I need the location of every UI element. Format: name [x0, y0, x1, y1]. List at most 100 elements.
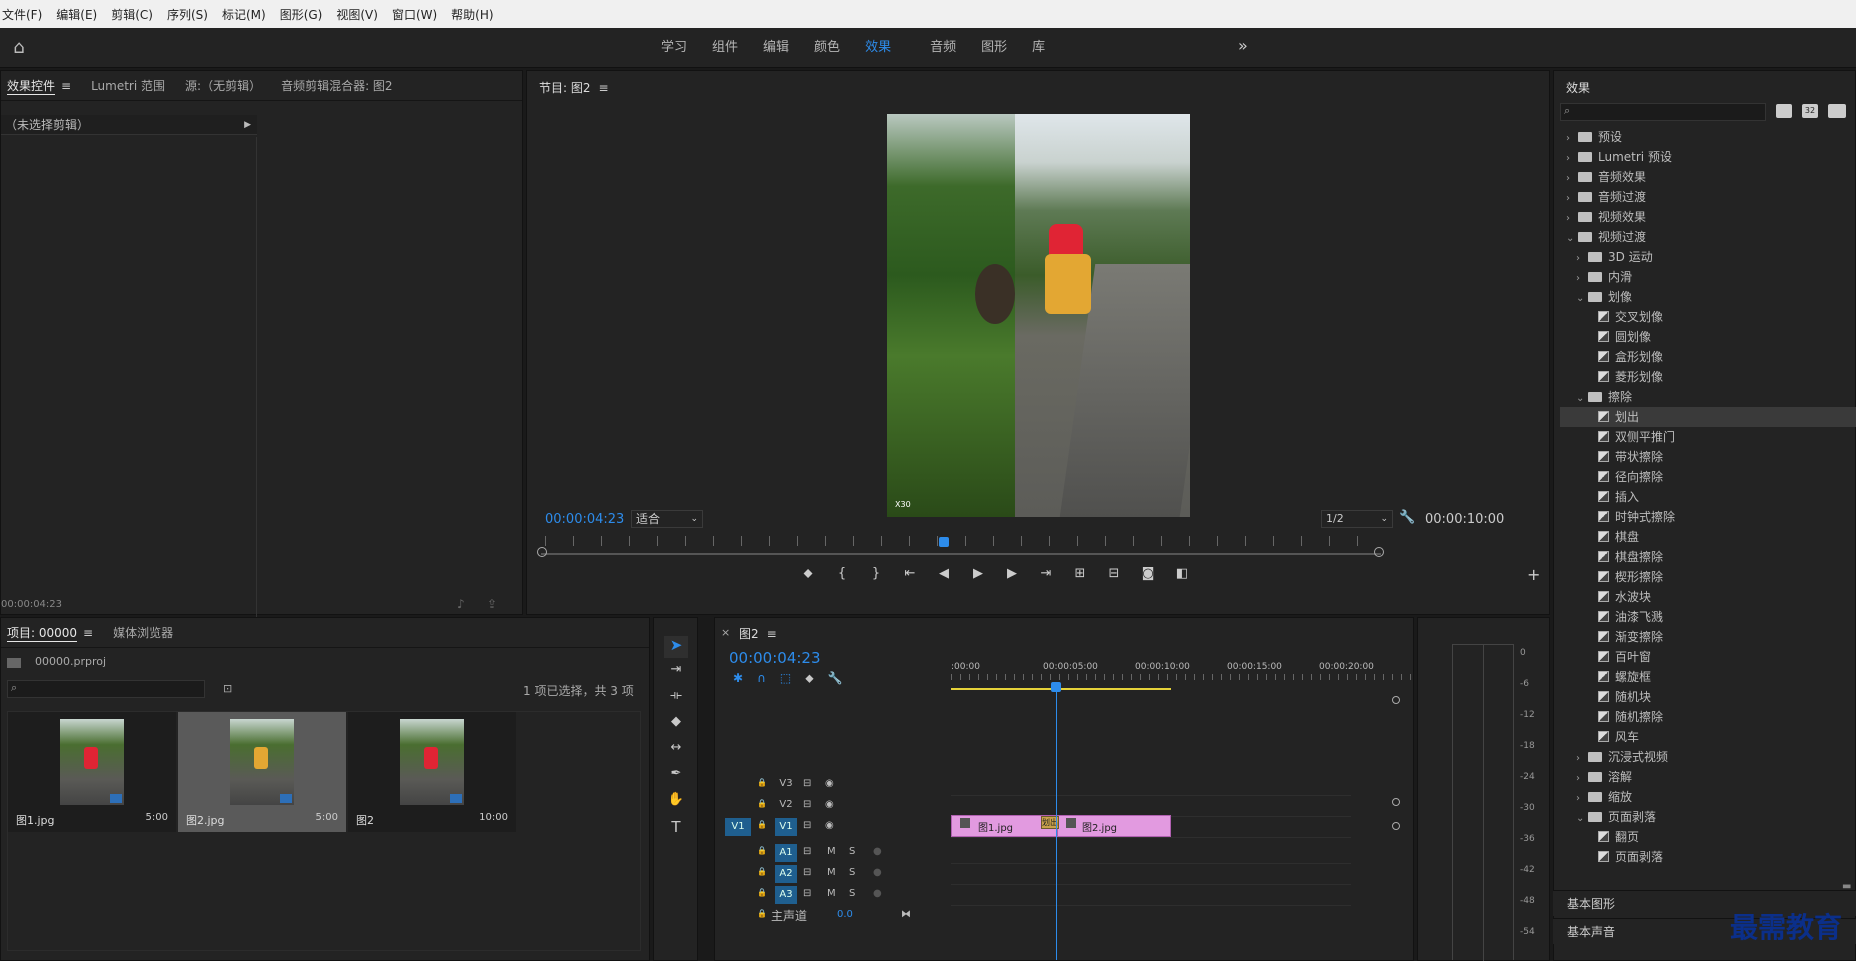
- lock-icon[interactable]: 🔒: [757, 888, 767, 897]
- scroll-handle[interactable]: [1392, 822, 1400, 830]
- workspace-tab[interactable]: 库: [1019, 28, 1057, 68]
- effect-item[interactable]: 划出: [1560, 407, 1856, 427]
- type-tool-icon[interactable]: T: [664, 818, 688, 836]
- effect-folder[interactable]: › 音频过渡: [1560, 187, 1856, 207]
- work-area-bar[interactable]: [951, 688, 1171, 690]
- lock-icon[interactable]: 🔒: [757, 799, 767, 808]
- effect-item[interactable]: 插入: [1560, 487, 1856, 507]
- toggle-sync-icon[interactable]: ⊟: [803, 846, 811, 857]
- fit-dropdown[interactable]: 适合 ⌄: [631, 510, 703, 528]
- effect-item[interactable]: 菱形划像: [1560, 367, 1856, 387]
- effect-item[interactable]: 水波块: [1560, 587, 1856, 607]
- mic-icon[interactable]: ●: [873, 888, 882, 899]
- extract-icon[interactable]: ⊟: [1103, 566, 1125, 584]
- add-button-icon[interactable]: +: [1527, 565, 1540, 584]
- chevron-right-icon[interactable]: ›: [1566, 189, 1578, 209]
- lock-icon[interactable]: 🔒: [757, 909, 767, 918]
- mute-button[interactable]: M: [827, 888, 836, 899]
- mic-icon[interactable]: ●: [873, 867, 882, 878]
- scrubber-start-handle[interactable]: [537, 547, 547, 557]
- selection-tool-icon[interactable]: ➤: [664, 636, 688, 658]
- effect-folder[interactable]: › 音频效果: [1560, 167, 1856, 187]
- program-video-frame[interactable]: X30: [887, 114, 1190, 517]
- export-icon[interactable]: ⇪: [487, 597, 497, 611]
- lock-icon[interactable]: 🔒: [757, 820, 767, 829]
- effect-folder[interactable]: › 视频效果: [1560, 207, 1856, 227]
- timeline-playhead-line[interactable]: [1056, 688, 1057, 960]
- ripple-edit-tool-icon[interactable]: ⟛: [664, 688, 688, 703]
- effect-item[interactable]: 双侧平推门: [1560, 427, 1856, 447]
- effect-item[interactable]: 螺旋框: [1560, 667, 1856, 687]
- effect-folder[interactable]: ⌄ 划像: [1560, 287, 1856, 307]
- accelerated-effects-icon[interactable]: [1776, 104, 1792, 118]
- compare-icon[interactable]: ◧: [1171, 566, 1193, 584]
- chevron-right-icon[interactable]: ›: [1566, 129, 1578, 149]
- effect-folder[interactable]: ⌄ 视频过渡: [1560, 227, 1856, 247]
- hand-tool-icon[interactable]: ✋: [664, 792, 688, 807]
- chevron-down-icon[interactable]: ⌄: [1576, 289, 1588, 309]
- toggle-sync-icon[interactable]: ⊟: [803, 778, 811, 789]
- chevron-right-icon[interactable]: ›: [1566, 149, 1578, 169]
- source-patch-v1[interactable]: V1: [725, 818, 751, 836]
- toggle-sync-icon[interactable]: ⊟: [803, 799, 811, 810]
- effect-folder[interactable]: › 内滑: [1560, 267, 1856, 287]
- close-icon[interactable]: ×: [721, 626, 730, 639]
- expand-right-icon[interactable]: ▶: [244, 115, 251, 135]
- menu-item[interactable]: 文件(F): [2, 6, 42, 23]
- master-volume[interactable]: 0.0: [837, 909, 853, 920]
- project-item[interactable]: 图1.jpg 5:00: [8, 712, 176, 832]
- workspace-tab[interactable]: 图形: [968, 28, 1019, 68]
- timeline-ruler[interactable]: :00:00 00:00:05:00 00:00:10:00 00:00:15:00 0…: [951, 662, 1411, 682]
- scrubber-end-handle[interactable]: [1374, 547, 1384, 557]
- add-marker-icon[interactable]: ⬥: [797, 566, 819, 584]
- add-marker-icon[interactable]: ⬥: [805, 671, 813, 686]
- effect-item[interactable]: 百叶窗: [1560, 647, 1856, 667]
- go-to-in-icon[interactable]: ⇤: [899, 566, 921, 584]
- program-playhead[interactable]: [939, 537, 949, 547]
- program-timecode[interactable]: 00:00:04:23: [545, 512, 624, 527]
- project-item[interactable]: 图2.jpg 5:00: [178, 712, 346, 832]
- mute-button[interactable]: M: [827, 846, 836, 857]
- toggle-sync-icon[interactable]: ⊟: [803, 888, 811, 899]
- project-item[interactable]: 图2 10:00: [348, 712, 516, 832]
- effect-item[interactable]: 带状擦除: [1560, 447, 1856, 467]
- thumbnail[interactable]: [400, 719, 464, 805]
- effect-item[interactable]: 随机块: [1560, 687, 1856, 707]
- track-target[interactable]: A2: [775, 865, 797, 883]
- effect-folder[interactable]: › 沉浸式视频: [1560, 747, 1856, 767]
- workspace-tab[interactable]: 音频: [917, 28, 968, 68]
- menu-item[interactable]: 视图(V): [336, 6, 378, 23]
- menu-icon[interactable]: ≡: [61, 79, 71, 93]
- mark-out-icon[interactable]: }: [865, 566, 887, 584]
- effect-item[interactable]: 交叉划像: [1560, 307, 1856, 327]
- menu-item[interactable]: 图形(G): [280, 6, 323, 23]
- workspace-tab[interactable]: 效果: [852, 28, 917, 68]
- track-target[interactable]: V3: [775, 778, 797, 789]
- workspace-tab[interactable]: 颜色: [801, 28, 852, 68]
- find-icon[interactable]: ⊡: [223, 682, 232, 695]
- effect-item[interactable]: 随机擦除: [1560, 707, 1856, 727]
- mark-in-icon[interactable]: {: [831, 566, 853, 584]
- menu-item[interactable]: 标记(M): [222, 6, 266, 23]
- effect-item[interactable]: 圆划像: [1560, 327, 1856, 347]
- razor-tool-icon[interactable]: ◆: [664, 714, 688, 729]
- chevron-right-icon[interactable]: ›: [1566, 169, 1578, 189]
- tab-media-browser[interactable]: 媒体浏览器: [113, 624, 173, 641]
- effect-item[interactable]: 棋盘擦除: [1560, 547, 1856, 567]
- track-select-tool-icon[interactable]: ⇥: [664, 662, 688, 677]
- master-options-icon[interactable]: ⧓: [901, 909, 911, 920]
- project-search-input[interactable]: ⌕: [7, 680, 205, 698]
- track-target[interactable]: V2: [775, 799, 797, 810]
- effect-folder[interactable]: ⌄ 页面剥落: [1560, 807, 1856, 827]
- chevron-down-icon[interactable]: ⌄: [1566, 229, 1578, 249]
- eye-icon[interactable]: ◉: [825, 820, 834, 831]
- pen-tool-icon[interactable]: ✒: [664, 766, 688, 781]
- menu-icon[interactable]: ≡: [599, 81, 609, 95]
- play-icon[interactable]: ▶: [967, 566, 989, 584]
- solo-button[interactable]: S: [849, 846, 855, 857]
- chevron-right-icon[interactable]: ›: [1576, 749, 1588, 769]
- effect-item[interactable]: 渐变擦除: [1560, 627, 1856, 647]
- home-icon[interactable]: ⌂: [8, 38, 30, 58]
- step-back-icon[interactable]: ◀: [933, 566, 955, 584]
- tab-source[interactable]: 源:（无剪辑）: [185, 77, 261, 94]
